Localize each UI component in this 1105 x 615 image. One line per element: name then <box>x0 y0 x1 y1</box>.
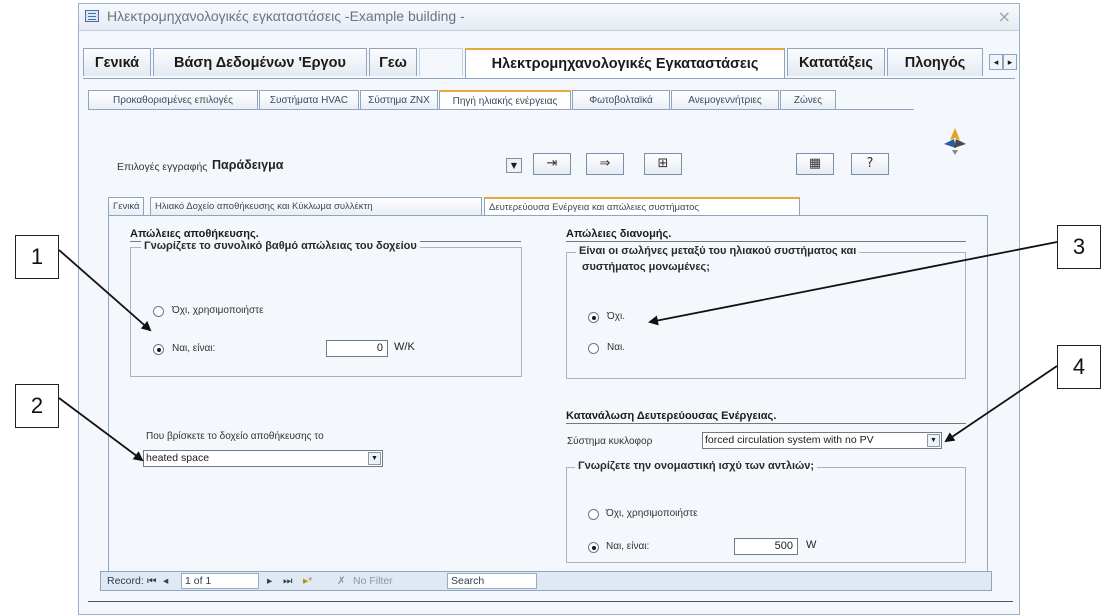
tab-geometry[interactable]: Γεω <box>369 48 417 76</box>
record-options-label: Επιλογές εγγραφής <box>117 161 208 173</box>
pipes-insulated-no-label: Όχι. <box>607 311 625 322</box>
record-options-value[interactable]: Παράδειγμα <box>212 158 283 172</box>
inner-tab-storage-collector[interactable]: Ηλιακό Δοχείο αποθήκευσης και Κύκλωμα συ… <box>150 197 482 215</box>
form-view-button[interactable]: ▦ <box>796 153 834 175</box>
storage-loss-yes-label: Ναι, είναι: <box>172 343 216 354</box>
tree-icon: ⊞ <box>657 156 669 171</box>
help-icon: ? <box>866 156 874 171</box>
subtab-divider <box>88 109 914 110</box>
pump-power-yes-label: Ναι, είναι: <box>606 541 650 552</box>
record-navigation-bar: Record: ⏮ ◂ 1 of 1 ▸ ⏭ ▸* ✗ No Filter Se… <box>100 571 992 591</box>
first-record-button[interactable]: ⏮ <box>147 575 156 588</box>
storage-loss-yes-radio[interactable] <box>153 344 164 355</box>
callout-3: 3 <box>1057 225 1101 269</box>
tab-blank[interactable] <box>419 48 463 76</box>
subtab-presets[interactable]: Προκαθορισμένες επιλογές <box>88 90 258 109</box>
record-options-dropdown-button[interactable]: ▼ <box>506 158 522 173</box>
pump-power-value-input[interactable]: 500 <box>734 538 798 555</box>
storage-loss-no-radio[interactable] <box>153 306 164 317</box>
storage-loss-value-input[interactable]: 0 <box>326 340 388 357</box>
record-label: Record: <box>107 575 144 587</box>
filter-icon: ✗ <box>337 575 346 587</box>
app-logo-icon <box>944 128 966 155</box>
pipes-insulated-question-line1: Είναι οι σωλήνες μεταξύ του ηλιακού συστ… <box>576 245 860 257</box>
storage-loss-no-label: Όχι, χρησιμοποιήστε <box>172 305 264 316</box>
pipes-insulated-yes-radio[interactable] <box>588 343 599 354</box>
tab-scroll-right-button[interactable]: ▸ <box>1003 54 1017 70</box>
no-filter-button[interactable]: No Filter <box>353 575 393 587</box>
callout-1: 1 <box>15 235 59 279</box>
subtab-wind-turbines[interactable]: Ανεμογεννήτριες <box>671 90 779 109</box>
pump-power-group-label: Γνωρίζετε την ονομαστική ισχύ των αντλιώ… <box>575 460 818 472</box>
new-record-button[interactable]: ▸* <box>303 575 312 587</box>
form-icon <box>85 10 99 22</box>
chevron-down-icon: ▼ <box>368 452 381 465</box>
pump-power-no-label: Όχι, χρησιμοποιήστε <box>606 508 698 519</box>
inner-tab-general[interactable]: Γενικά <box>108 197 145 215</box>
pump-power-unit: W <box>806 539 817 551</box>
form-icon: ▦ <box>808 156 822 171</box>
export-icon: ⇒ <box>599 156 611 171</box>
tab-electromechanical[interactable]: Ηλεκτρομηχανολογικές Εγκαταστάσεις <box>465 48 785 78</box>
pipes-insulated-yes-label: Ναι. <box>607 342 626 353</box>
main-tab-strip: Γενικά Βάση Δεδομένων 'Εργου Γεω Ηλεκτρο… <box>83 48 1017 78</box>
tree-button[interactable]: ⊞ <box>644 153 682 175</box>
pump-power-yes-radio[interactable] <box>588 542 599 553</box>
record-position: 1 of 1 <box>185 575 212 587</box>
storage-loss-unit: W/K <box>394 341 415 353</box>
tab-navigator[interactable]: Πλοηγός <box>887 48 983 76</box>
circulation-system-select[interactable]: forced circulation system with no PV ▼ <box>702 432 942 449</box>
subtab-photovoltaics[interactable]: Φωτοβολταϊκά <box>572 90 670 109</box>
next-record-button[interactable]: ▸ <box>267 575 272 587</box>
distribution-losses-heading: Απώλειες διανομής. <box>566 228 966 242</box>
callout-2: 2 <box>15 384 59 428</box>
search-placeholder: Search <box>451 575 485 587</box>
storage-losses-group-label: Γνωρίζετε το συνολικό βαθμό απώλειας του… <box>141 240 420 252</box>
title-bar: Ηλεκτρομηχανολογικές εγκαταστάσεις -Exam… <box>79 4 1019 31</box>
import-button[interactable]: ⇥ <box>533 153 571 175</box>
tab-scroll-left-button[interactable]: ◂ <box>989 54 1003 70</box>
chevron-down-icon: ▼ <box>927 434 940 447</box>
pump-power-no-radio[interactable] <box>588 509 599 520</box>
subtab-hvac[interactable]: Συστήματα HVAC <box>259 90 359 109</box>
subtab-dhw[interactable]: Σύστημα ΖΝΧ <box>360 90 438 109</box>
pipes-insulated-no-radio[interactable] <box>588 312 599 323</box>
callout-4: 4 <box>1057 345 1101 389</box>
subtab-solar[interactable]: Πηγή ηλιακής ενέργειας <box>439 90 571 109</box>
close-button[interactable]: × <box>998 7 1011 26</box>
tank-location-select[interactable]: heated space ▼ <box>143 450 383 467</box>
import-icon: ⇥ <box>546 156 558 171</box>
subtab-zones[interactable]: Ζώνες <box>780 90 836 109</box>
inner-tab-secondary-energy[interactable]: Δευτερεύουσα Ενέργεια και απώλειες συστή… <box>484 197 800 215</box>
tab-project-database[interactable]: Βάση Δεδομένων 'Εργου <box>153 48 367 76</box>
pipes-insulated-question-line2: συστήματος μονωμένες; <box>582 261 710 273</box>
tab-classifications[interactable]: Κατατάξεις <box>787 48 885 76</box>
export-button[interactable]: ⇒ <box>586 153 624 175</box>
last-record-button[interactable]: ⏭ <box>283 575 292 588</box>
tank-location-value: heated space <box>146 452 210 464</box>
secondary-energy-heading: Κατανάλωση Δευτερεύουσας Ενέργειας. <box>566 410 966 424</box>
tab-general[interactable]: Γενικά <box>83 48 151 76</box>
help-button[interactable]: ? <box>851 153 889 175</box>
bottom-divider <box>88 601 1013 602</box>
window-title: Ηλεκτρομηχανολογικές εγκαταστάσεις -Exam… <box>107 8 465 24</box>
circulation-system-value: forced circulation system with no PV <box>705 434 874 446</box>
tank-location-label: Που βρίσκετε το δοχείο αποθήκευσης το <box>146 431 324 442</box>
circulation-system-label: Σύστημα κυκλοφορ <box>567 436 653 447</box>
previous-record-button[interactable]: ◂ <box>163 575 168 587</box>
